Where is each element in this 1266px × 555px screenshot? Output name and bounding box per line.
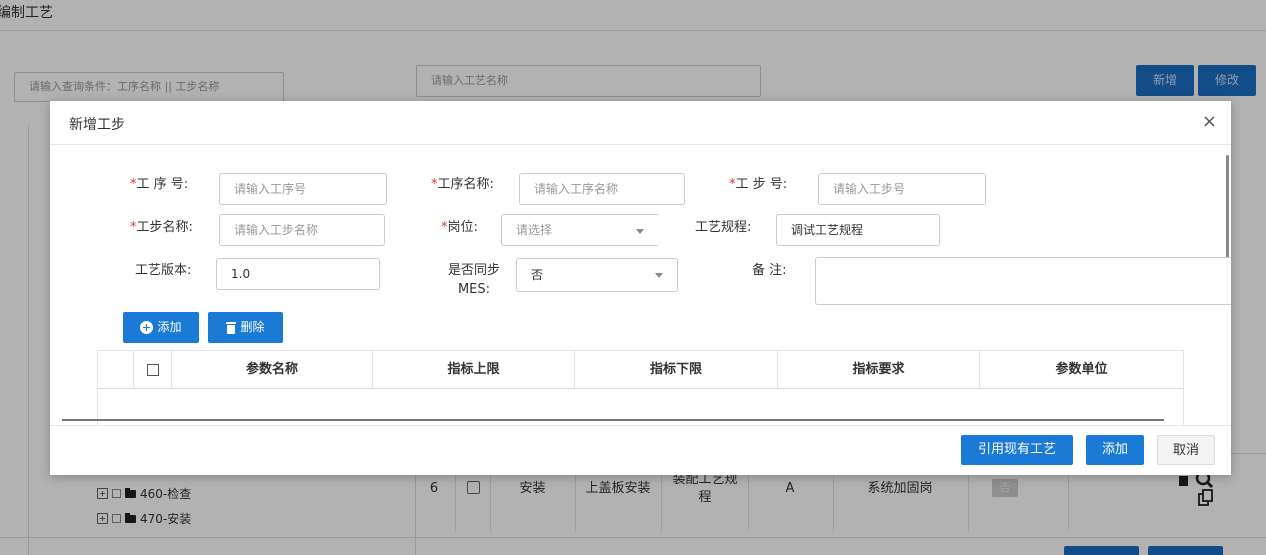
column-header: 参数单位	[1055, 362, 1108, 377]
dialog-header: 新增工步 ×	[50, 101, 1231, 145]
spec-input[interactable]: 调试工艺规程	[776, 214, 940, 246]
post-label: *岗位:	[441, 220, 478, 235]
column-header: 指标要求	[778, 351, 980, 389]
add-button[interactable]: 添加	[1086, 435, 1144, 465]
dialog-body: *工 序 号: 请输入工序号 *工序名称: 请输入工序名称 *工 步 号: 请输…	[50, 145, 1231, 425]
param-table: 参数名称 指标上限 指标下限 指标要求 参数单位	[97, 350, 1184, 425]
select-all-checkbox[interactable]	[147, 364, 159, 376]
chevron-down-icon	[636, 229, 644, 234]
close-icon[interactable]: ×	[1202, 113, 1217, 131]
step-no-input[interactable]: 请输入工步号	[818, 173, 986, 205]
add-param-button[interactable]: 添加	[123, 312, 199, 343]
chevron-down-icon	[655, 273, 663, 278]
reference-process-button[interactable]: 引用现有工艺	[961, 435, 1073, 465]
step-no-label: *工 步 号:	[729, 177, 788, 192]
post-select[interactable]: 请选择	[501, 214, 658, 246]
remark-textarea[interactable]	[815, 257, 1231, 305]
horizontal-scrollbar[interactable]	[62, 419, 1164, 421]
sync-mes-select[interactable]: 否	[516, 258, 678, 292]
sync-mes-label: 是否同步 MES:	[447, 263, 500, 297]
dialog-footer: 引用现有工艺 添加 取消	[50, 425, 1231, 475]
op-name-label: *工序名称:	[431, 177, 494, 192]
column-header: 参数名称	[172, 351, 373, 389]
plus-circle-icon	[140, 321, 154, 334]
param-table-header: 参数名称 指标上限 指标下限 指标要求 参数单位	[98, 351, 1183, 389]
step-name-input[interactable]: 请输入工步名称	[219, 214, 385, 246]
version-input[interactable]: 1.0	[216, 258, 380, 290]
version-label: 工艺版本:	[135, 263, 192, 278]
step-name-label: *工步名称:	[130, 220, 193, 235]
column-header: 指标下限	[575, 351, 778, 389]
add-step-dialog: 新增工步 × *工 序 号: 请输入工序号 *工序名称: 请输入工序名称 *工 …	[50, 101, 1231, 475]
header-spacer	[98, 351, 134, 389]
column-header: 指标上限	[373, 351, 575, 389]
op-name-input[interactable]: 请输入工序名称	[519, 173, 685, 205]
header-select-all	[134, 351, 172, 389]
dialog-title: 新增工步	[69, 117, 125, 133]
spec-label: 工艺规程:	[695, 220, 752, 235]
trash-icon	[226, 321, 237, 334]
op-no-label: *工 序 号:	[130, 177, 189, 192]
remark-label: 备 注:	[752, 263, 787, 278]
cancel-button[interactable]: 取消	[1157, 435, 1215, 465]
op-no-input[interactable]: 请输入工序号	[219, 173, 387, 205]
delete-param-button[interactable]: 删除	[208, 312, 283, 343]
vertical-scrollbar[interactable]	[1226, 155, 1229, 267]
